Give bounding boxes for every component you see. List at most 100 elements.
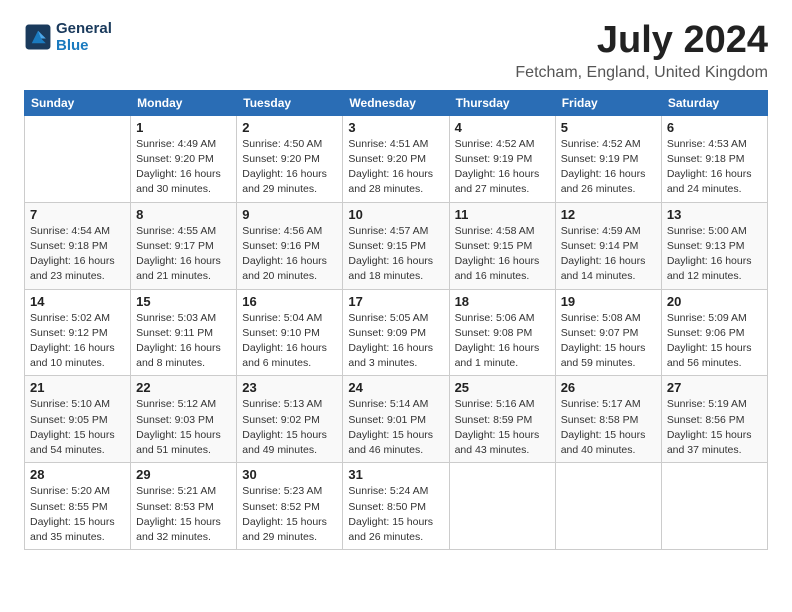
day-number: 27 — [667, 380, 762, 395]
calendar-cell: 16Sunrise: 5:04 AMSunset: 9:10 PMDayligh… — [237, 289, 343, 376]
day-number: 19 — [561, 294, 656, 309]
day-number: 4 — [455, 120, 550, 135]
day-number: 18 — [455, 294, 550, 309]
day-info: Sunrise: 5:13 AMSunset: 9:02 PMDaylight:… — [242, 397, 337, 458]
calendar-cell: 24 Sunrise: 5:14 AMSunset: 9:01 PMDayligh… — [343, 376, 449, 463]
logo-line1: General — [56, 20, 112, 37]
calendar-cell: 28 Sunrise: 5:20 AMSunset: 8:55 PMDayligh… — [25, 463, 131, 550]
calendar-cell: 17 Sunrise: 5:05 AMSunset: 9:09 PMDayligh… — [343, 289, 449, 376]
calendar-cell: 4Sunrise: 4:52 AMSunset: 9:19 PMDaylight… — [449, 115, 555, 202]
day-number: 5 — [561, 120, 656, 135]
logo: General Blue — [24, 20, 112, 55]
logo-line2: Blue — [56, 37, 112, 54]
calendar-cell: 21Sunrise: 5:10 AMSunset: 9:05 PMDayligh… — [25, 376, 131, 463]
day-info: Sunrise: 4:59 AMSunset: 9:14 PMDaylight:… — [561, 224, 656, 285]
calendar-cell: 10 Sunrise: 4:57 AMSunset: 9:15 PMDayligh… — [343, 202, 449, 289]
calendar-cell: 31 Sunrise: 5:24 AMSunset: 8:50 PMDayligh… — [343, 463, 449, 550]
calendar-cell: 3 Sunrise: 4:51 AMSunset: 9:20 PMDaylight… — [343, 115, 449, 202]
calendar-cell: 2 Sunrise: 4:50 AMSunset: 9:20 PMDaylight… — [237, 115, 343, 202]
calendar-cell: 29 Sunrise: 5:21 AMSunset: 8:53 PMDayligh… — [131, 463, 237, 550]
day-info: Sunrise: 5:03 AMSunset: 9:11 PMDaylight:… — [136, 311, 231, 372]
day-number: 13 — [667, 207, 762, 222]
day-info: Sunrise: 5:08 AMSunset: 9:07 PMDaylight:… — [561, 311, 656, 372]
day-number: 1 — [136, 120, 231, 135]
day-number: 20 — [667, 294, 762, 309]
day-number: 2 — [242, 120, 337, 135]
day-info: Sunrise: 5:00 AMSunset: 9:13 PMDaylight:… — [667, 224, 762, 285]
calendar-cell — [661, 463, 767, 550]
day-number: 15 — [136, 294, 231, 309]
day-info: Sunrise: 5:05 AMSunset: 9:09 PMDaylight:… — [348, 311, 443, 372]
day-info: Sunrise: 4:56 AMSunset: 9:16 PMDaylight:… — [242, 224, 337, 285]
day-info: Sunrise: 5:21 AMSunset: 8:53 PMDaylight:… — [136, 484, 231, 545]
day-number: 12 — [561, 207, 656, 222]
calendar-cell: 27 Sunrise: 5:19 AMSunset: 8:56 PMDayligh… — [661, 376, 767, 463]
calendar-cell: 15 Sunrise: 5:03 AMSunset: 9:11 PMDayligh… — [131, 289, 237, 376]
calendar-cell — [449, 463, 555, 550]
day-number: 28 — [30, 467, 125, 482]
calendar-cell: 9 Sunrise: 4:56 AMSunset: 9:16 PMDaylight… — [237, 202, 343, 289]
logo-icon — [24, 23, 52, 51]
day-info: Sunrise: 4:53 AMSunset: 9:18 PMDaylight:… — [667, 137, 762, 198]
day-info: Sunrise: 5:23 AMSunset: 8:52 PMDaylight:… — [242, 484, 337, 545]
day-info: Sunrise: 5:19 AMSunset: 8:56 PMDaylight:… — [667, 397, 762, 458]
day-info: Sunrise: 5:14 AMSunset: 9:01 PMDaylight:… — [348, 397, 443, 458]
calendar-table: SundayMondayTuesdayWednesdayThursdayFrid… — [24, 90, 768, 550]
day-number: 25 — [455, 380, 550, 395]
day-info: Sunrise: 4:51 AMSunset: 9:20 PMDaylight:… — [348, 137, 443, 198]
day-info: Sunrise: 5:20 AMSunset: 8:55 PMDaylight:… — [30, 484, 125, 545]
calendar-cell: 25 Sunrise: 5:16 AMSunset: 8:59 PMDayligh… — [449, 376, 555, 463]
day-info: Sunrise: 5:17 AMSunset: 8:58 PMDaylight:… — [561, 397, 656, 458]
day-number: 11 — [455, 207, 550, 222]
day-info: Sunrise: 5:12 AMSunset: 9:03 PMDaylight:… — [136, 397, 231, 458]
calendar-cell: 5 Sunrise: 4:52 AMSunset: 9:19 PMDaylight… — [555, 115, 661, 202]
col-header-saturday: Saturday — [661, 90, 767, 115]
day-info: Sunrise: 5:16 AMSunset: 8:59 PMDaylight:… — [455, 397, 550, 458]
day-number: 26 — [561, 380, 656, 395]
calendar-cell: 7Sunrise: 4:54 AMSunset: 9:18 PMDaylight… — [25, 202, 131, 289]
calendar-cell: 13 Sunrise: 5:00 AMSunset: 9:13 PMDayligh… — [661, 202, 767, 289]
day-info: Sunrise: 4:50 AMSunset: 9:20 PMDaylight:… — [242, 137, 337, 198]
day-number: 14 — [30, 294, 125, 309]
day-info: Sunrise: 5:02 AMSunset: 9:12 PMDaylight:… — [30, 311, 125, 372]
day-number: 17 — [348, 294, 443, 309]
day-number: 16 — [242, 294, 337, 309]
day-info: Sunrise: 5:06 AMSunset: 9:08 PMDaylight:… — [455, 311, 550, 372]
calendar-cell: 12 Sunrise: 4:59 AMSunset: 9:14 PMDayligh… — [555, 202, 661, 289]
day-info: Sunrise: 4:57 AMSunset: 9:15 PMDaylight:… — [348, 224, 443, 285]
location-title: Fetcham, England, United Kingdom — [515, 64, 768, 82]
calendar-cell: 26 Sunrise: 5:17 AMSunset: 8:58 PMDayligh… — [555, 376, 661, 463]
title-block: July 2024 Fetcham, England, United Kingd… — [515, 20, 768, 82]
col-header-thursday: Thursday — [449, 90, 555, 115]
day-number: 7 — [30, 207, 125, 222]
col-header-sunday: Sunday — [25, 90, 131, 115]
calendar-cell: 20 Sunrise: 5:09 AMSunset: 9:06 PMDayligh… — [661, 289, 767, 376]
calendar-cell: 23 Sunrise: 5:13 AMSunset: 9:02 PMDayligh… — [237, 376, 343, 463]
day-info: Sunrise: 4:52 AMSunset: 9:19 PMDaylight:… — [561, 137, 656, 198]
day-number: 22 — [136, 380, 231, 395]
page-header: General Blue July 2024 Fetcham, England,… — [24, 20, 768, 82]
col-header-tuesday: Tuesday — [237, 90, 343, 115]
calendar-cell: 6Sunrise: 4:53 AMSunset: 9:18 PMDaylight… — [661, 115, 767, 202]
calendar-cell — [555, 463, 661, 550]
day-number: 3 — [348, 120, 443, 135]
day-number: 29 — [136, 467, 231, 482]
day-number: 9 — [242, 207, 337, 222]
day-info: Sunrise: 4:55 AMSunset: 9:17 PMDaylight:… — [136, 224, 231, 285]
day-info: Sunrise: 5:10 AMSunset: 9:05 PMDaylight:… — [30, 397, 125, 458]
calendar-cell: 19 Sunrise: 5:08 AMSunset: 9:07 PMDayligh… — [555, 289, 661, 376]
day-number: 23 — [242, 380, 337, 395]
day-number: 10 — [348, 207, 443, 222]
day-info: Sunrise: 5:09 AMSunset: 9:06 PMDaylight:… — [667, 311, 762, 372]
calendar-cell: 11 Sunrise: 4:58 AMSunset: 9:15 PMDayligh… — [449, 202, 555, 289]
day-number: 24 — [348, 380, 443, 395]
calendar-cell: 22 Sunrise: 5:12 AMSunset: 9:03 PMDayligh… — [131, 376, 237, 463]
day-info: Sunrise: 5:24 AMSunset: 8:50 PMDaylight:… — [348, 484, 443, 545]
col-header-friday: Friday — [555, 90, 661, 115]
day-info: Sunrise: 4:58 AMSunset: 9:15 PMDaylight:… — [455, 224, 550, 285]
calendar-cell: 8Sunrise: 4:55 AMSunset: 9:17 PMDaylight… — [131, 202, 237, 289]
day-number: 31 — [348, 467, 443, 482]
calendar-cell — [25, 115, 131, 202]
col-header-wednesday: Wednesday — [343, 90, 449, 115]
month-title: July 2024 — [515, 20, 768, 62]
